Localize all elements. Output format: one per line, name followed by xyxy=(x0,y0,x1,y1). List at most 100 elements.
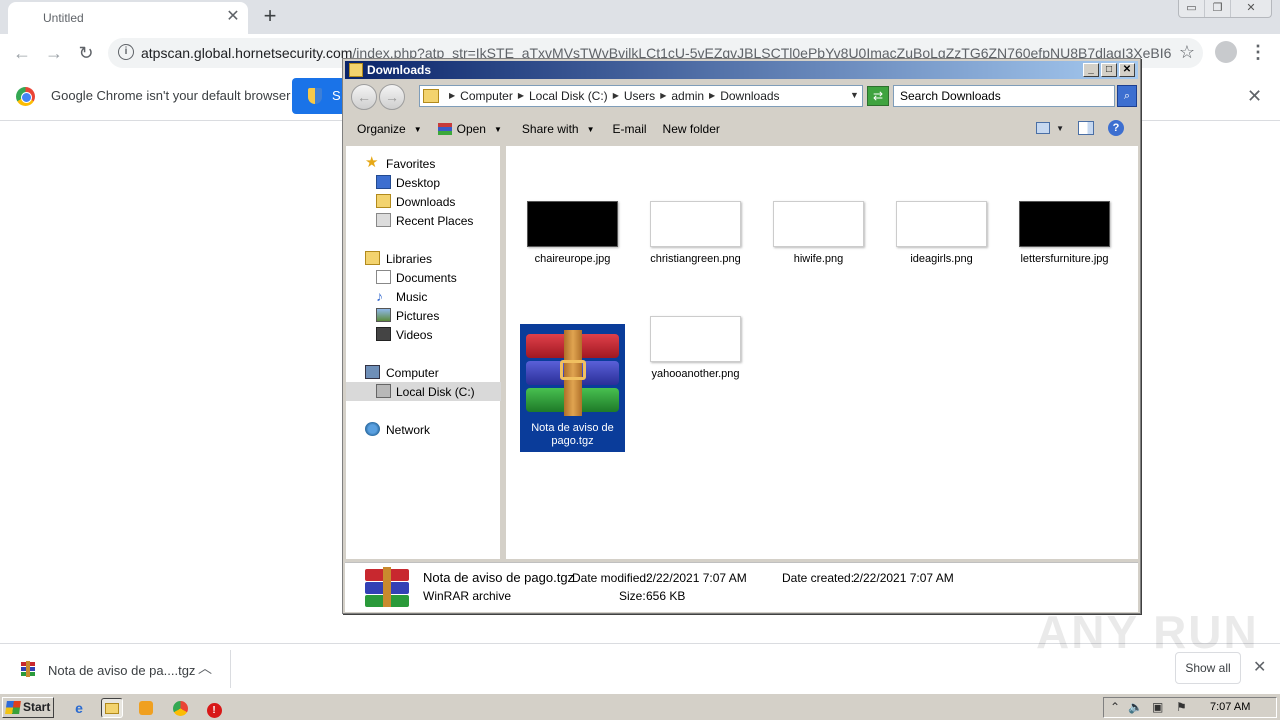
chevron-up-icon[interactable]: ︿ xyxy=(198,658,212,678)
star-icon: ★ xyxy=(365,154,379,171)
media-player-icon[interactable] xyxy=(135,698,157,718)
folder-icon xyxy=(349,63,363,77)
site-info-icon[interactable]: i xyxy=(118,44,134,60)
internet-explorer-icon[interactable]: e xyxy=(68,698,90,718)
nav-desktop[interactable]: Desktop xyxy=(346,173,501,192)
file-name: christiangreen.png xyxy=(650,253,741,265)
file-item[interactable]: christiangreen.png xyxy=(643,201,748,265)
windows-logo-icon xyxy=(5,701,21,714)
explorer-maximize-icon[interactable]: □ xyxy=(1101,63,1117,77)
file-item[interactable]: hiwife.png xyxy=(766,201,871,265)
breadcrumb-downloads[interactable]: Downloads xyxy=(720,89,779,103)
chrome-taskbar-icon[interactable] xyxy=(169,698,191,718)
tray-expand-icon[interactable]: ⌃ xyxy=(1110,700,1120,714)
bookmark-star-icon[interactable]: ☆ xyxy=(1179,42,1195,63)
reload-icon[interactable]: ↻ xyxy=(74,41,98,65)
nav-documents[interactable]: Documents xyxy=(346,268,501,287)
share-with-button[interactable]: Share with ▼ xyxy=(522,122,595,136)
breadcrumb-admin[interactable]: admin xyxy=(671,89,704,103)
refresh-icon[interactable]: ⇄ xyxy=(867,86,889,106)
nav-local-disk[interactable]: Local Disk (C:) xyxy=(346,382,501,401)
explorer-titlebar[interactable]: Downloads _ □ ✕ xyxy=(345,61,1138,79)
profile-avatar[interactable] xyxy=(1215,41,1237,63)
infobar-close-icon[interactable]: ✕ xyxy=(1247,86,1262,107)
nav-recent-places[interactable]: Recent Places xyxy=(346,211,501,230)
explorer-address-bar[interactable]: ▶ Computer ▶ Local Disk (C:) ▶ Users ▶ a… xyxy=(419,85,863,107)
command-bar: Organize ▼ Open ▼ Share with ▼ E-mail New f… xyxy=(345,115,1138,143)
file-item[interactable]: chaireurope.jpg xyxy=(520,201,625,265)
new-tab-icon[interactable]: + xyxy=(258,4,282,28)
help-icon[interactable]: ? xyxy=(1108,120,1124,136)
search-input[interactable]: Search Downloads xyxy=(893,85,1115,107)
file-list: chaireurope.jpg christiangreen.png hiwif… xyxy=(506,146,1138,559)
breadcrumb-arrow-icon[interactable]: ▶ xyxy=(449,89,455,103)
explorer-address-row: ← → ▶ Computer ▶ Local Disk (C:) ▶ Users… xyxy=(345,81,1138,113)
breadcrumb-local-disk[interactable]: Local Disk (C:) xyxy=(529,89,608,103)
browser-tab[interactable]: Untitled ✕ xyxy=(8,2,248,34)
explorer-taskbar-icon[interactable] xyxy=(101,698,123,718)
forward-icon[interactable]: → xyxy=(42,41,66,65)
minimize-icon[interactable]: ▭ xyxy=(1179,0,1205,17)
search-placeholder: Search Downloads xyxy=(900,89,1001,103)
nav-music[interactable]: ♪ Music xyxy=(346,287,501,306)
nav-favorites[interactable]: ★ Favorites xyxy=(346,154,501,173)
nav-network[interactable]: Network xyxy=(346,420,501,439)
winrar-file-icon xyxy=(21,661,35,677)
file-item[interactable]: yahooanother.png xyxy=(643,316,748,380)
restore-icon[interactable]: ❐ xyxy=(1205,0,1231,17)
explorer-close-icon[interactable]: ✕ xyxy=(1119,63,1135,77)
nav-pictures[interactable]: Pictures xyxy=(346,306,501,325)
preview-pane-icon[interactable] xyxy=(1078,121,1094,135)
file-item[interactable]: ideagirls.png xyxy=(889,201,994,265)
nav-pictures-label: Pictures xyxy=(396,309,440,323)
image-thumbnail xyxy=(1019,201,1110,247)
new-folder-button[interactable]: New folder xyxy=(663,122,720,136)
open-button[interactable]: Open ▼ xyxy=(437,122,502,136)
clock[interactable]: 7:07 AM xyxy=(1210,701,1250,713)
back-icon[interactable]: ← xyxy=(10,41,34,65)
shelf-close-icon[interactable]: ✕ xyxy=(1253,657,1266,677)
file-name: lettersfurniture.jpg xyxy=(1020,253,1109,265)
action-center-flag-icon[interactable]: ⚑ xyxy=(1176,700,1187,714)
explorer-back-icon[interactable]: ← xyxy=(351,84,377,110)
share-label: Share with xyxy=(521,122,579,136)
view-dropdown-icon[interactable]: ▼ xyxy=(1056,124,1064,133)
breadcrumb: ▶ Computer ▶ Local Disk (C:) ▶ Users ▶ a… xyxy=(444,89,780,103)
nav-videos[interactable]: Videos xyxy=(346,325,501,344)
address-dropdown-icon[interactable]: ▼ xyxy=(850,90,859,100)
dropdown-caret-icon: ▼ xyxy=(586,124,595,134)
file-item[interactable]: lettersfurniture.jpg xyxy=(1012,201,1117,265)
search-icon[interactable]: ⌕ xyxy=(1117,85,1137,107)
breadcrumb-arrow-icon[interactable]: ▶ xyxy=(660,89,666,103)
email-button[interactable]: E-mail xyxy=(613,122,647,136)
breadcrumb-computer[interactable]: Computer xyxy=(460,89,513,103)
explorer-forward-icon[interactable]: → xyxy=(379,84,405,110)
change-view-icon[interactable] xyxy=(1036,122,1051,134)
tab-close-icon[interactable]: ✕ xyxy=(224,8,242,26)
file-name: chaireurope.jpg xyxy=(534,253,611,265)
close-window-icon[interactable]: ✕ xyxy=(1231,0,1271,17)
stop-sign-icon[interactable]: ! xyxy=(203,698,225,718)
breadcrumb-arrow-icon[interactable]: ▶ xyxy=(709,89,715,103)
chrome-menu-icon[interactable]: ⋮ xyxy=(1249,40,1267,64)
breadcrumb-arrow-icon[interactable]: ▶ xyxy=(518,89,524,103)
music-icon: ♪ xyxy=(376,288,383,304)
organize-button[interactable]: Organize ▼ xyxy=(357,122,422,136)
infobar-message: Google Chrome isn't your default browser xyxy=(51,88,291,103)
nav-libraries[interactable]: Libraries xyxy=(346,249,501,268)
explorer-minimize-icon[interactable]: _ xyxy=(1083,63,1099,77)
downloads-folder-icon xyxy=(376,194,391,208)
download-item-name[interactable]: Nota de aviso de pa....tgz xyxy=(48,663,195,678)
tab-title: Untitled xyxy=(43,11,84,25)
breadcrumb-users[interactable]: Users xyxy=(624,89,655,103)
file-item-selected[interactable]: Nota de aviso de pago.tgz xyxy=(520,324,625,452)
libraries-icon xyxy=(365,251,380,265)
network-tray-icon[interactable]: ▣ xyxy=(1152,700,1163,714)
nav-downloads[interactable]: Downloads xyxy=(346,192,501,211)
nav-computer[interactable]: Computer xyxy=(346,363,501,382)
start-button[interactable]: Start xyxy=(2,697,54,718)
network-icon xyxy=(365,422,380,436)
breadcrumb-arrow-icon[interactable]: ▶ xyxy=(613,89,619,103)
volume-icon[interactable]: 🔈 xyxy=(1128,700,1143,714)
explorer-title: Downloads xyxy=(367,63,432,77)
